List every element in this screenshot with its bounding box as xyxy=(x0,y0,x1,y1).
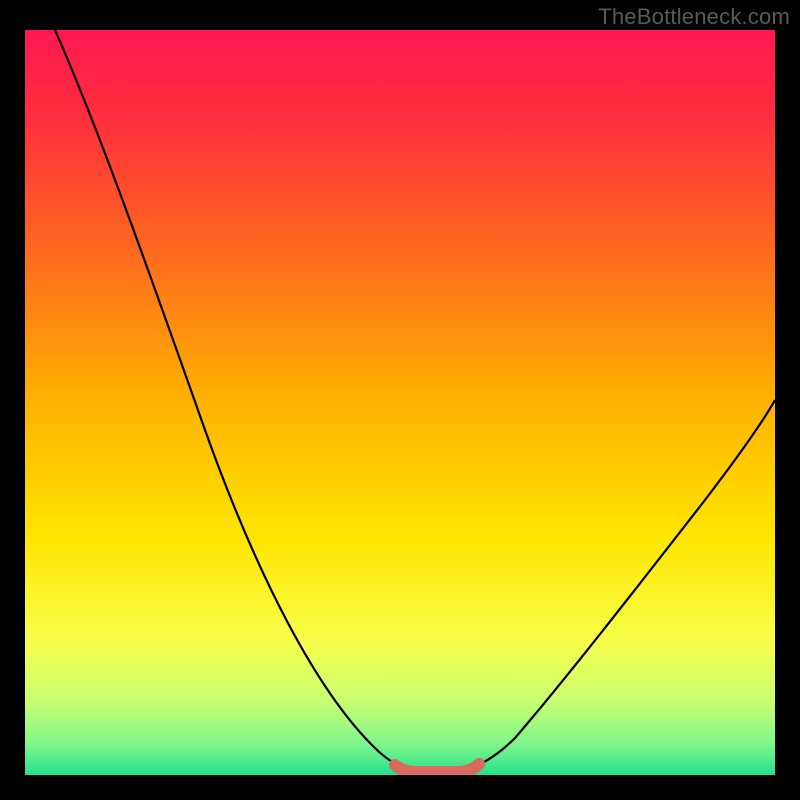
chart-frame: TheBottleneck.com xyxy=(0,0,800,800)
watermark-text: TheBottleneck.com xyxy=(598,4,790,30)
bottleneck-chart xyxy=(25,30,775,775)
plot-area xyxy=(25,30,775,775)
gradient-background xyxy=(25,30,775,775)
